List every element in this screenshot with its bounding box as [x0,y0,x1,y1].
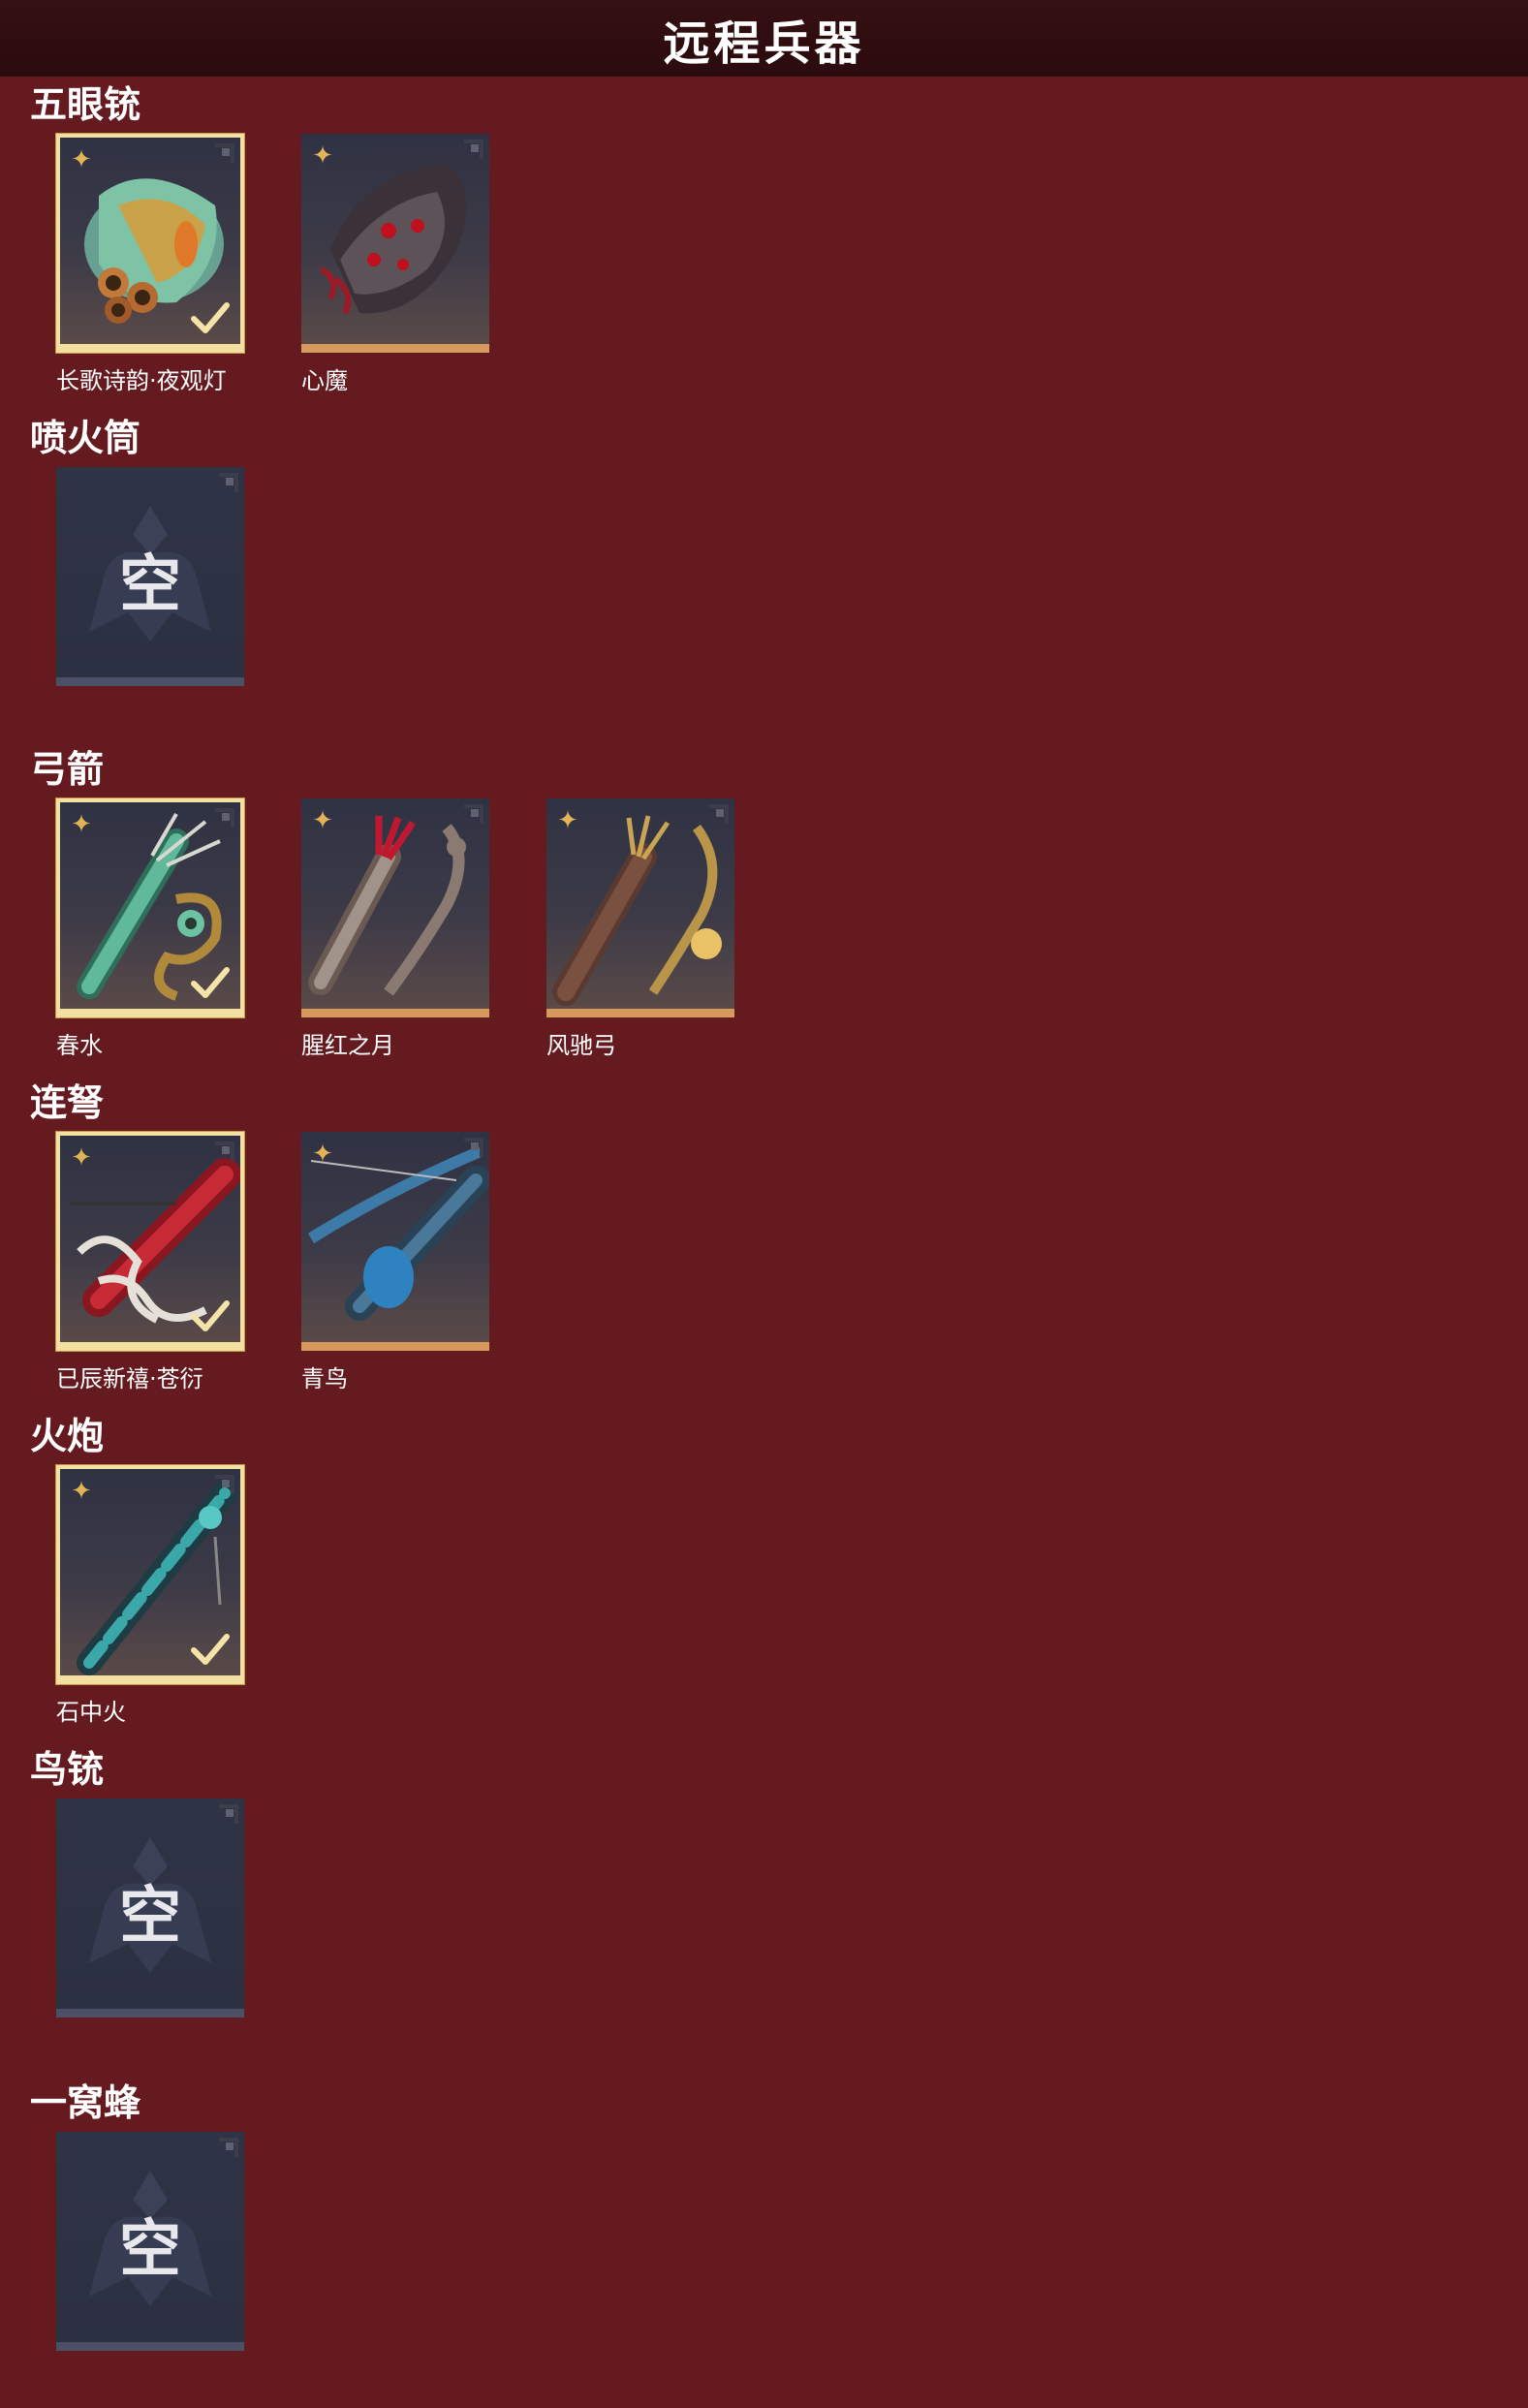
weapon-name: 石中火 [56,1699,126,1726]
corner-icon [219,2138,238,2157]
weapon-card[interactable]: ✦ [56,134,244,353]
rarity-star-icon: ✦ [71,810,92,839]
empty-card[interactable]: 空 [56,2132,244,2351]
weapon-name: 腥红之月 [301,1032,394,1059]
weapon-item[interactable]: ✦ 风驰弓 [546,798,734,1060]
rarity-star-icon: ✦ [312,141,333,171]
weapon-item[interactable]: ✦ 青鸟 [301,1132,489,1393]
empty-card[interactable]: 空 [56,1798,244,2017]
section-title: 喷火筒 [30,417,141,459]
rarity-star-icon: ✦ [312,806,333,835]
weapon-card[interactable]: ✦ [301,1132,489,1351]
weapon-name: 春水 [56,1032,103,1059]
corner-icon [215,1475,234,1494]
equipped-check-icon [191,1300,230,1331]
weapon-slot-empty[interactable]: 空 [56,1798,244,2017]
weapon-card[interactable]: ✦ [56,1465,244,1684]
weapon-card[interactable]: ✦ [546,798,734,1017]
weapon-name: 已辰新禧·苍衍 [56,1365,203,1392]
section-title: 火炮 [30,1415,105,1457]
equipped-check-icon [191,302,230,333]
corner-icon [215,808,234,828]
weapon-slot-empty[interactable]: 空 [56,2132,244,2351]
corner-icon [709,804,729,824]
equipped-check-icon [191,1634,230,1665]
section-title: 弓箭 [30,748,105,791]
weapon-item[interactable]: ✦ 春水 [56,798,244,1060]
section-title: 一窝蜂 [30,2081,141,2124]
section-title: 鸟铳 [30,1748,105,1791]
rarity-star-icon: ✦ [557,806,578,835]
corner-icon [215,143,234,163]
weapon-item[interactable]: ✦ 心魔 [301,134,489,395]
page-title: 远程兵器 [663,16,865,71]
top-bar: 远程兵器 [0,0,1528,77]
weapon-item[interactable]: ✦ 腥红之月 [301,798,489,1060]
rarity-star-icon: ✦ [71,1143,92,1173]
weapon-item[interactable]: ✦ 已辰新禧·苍衍 [56,1132,244,1393]
rarity-star-icon: ✦ [312,1140,333,1169]
weapon-slot-empty[interactable]: 空 [56,467,244,686]
empty-label: 空 [119,2214,181,2286]
corner-icon [464,804,483,824]
weapon-name: 风驰弓 [546,1032,616,1059]
weapon-card[interactable]: ✦ [301,134,489,353]
section-title: 五眼铳 [30,83,141,126]
empty-card[interactable]: 空 [56,467,244,686]
weapon-name: 青鸟 [301,1365,348,1392]
weapon-name: 心魔 [301,367,348,394]
rarity-star-icon: ✦ [71,145,92,174]
corner-icon [215,1141,234,1161]
weapon-item[interactable]: ✦ 石中火 [56,1465,244,1727]
weapon-card[interactable]: ✦ [56,1132,244,1351]
corner-icon [219,473,238,492]
weapon-item[interactable]: ✦ 长歌诗韵·夜观灯 [56,134,244,395]
weapon-card[interactable]: ✦ [56,798,244,1017]
weapon-name: 长歌诗韵·夜观灯 [56,367,227,394]
corner-icon [219,1804,238,1824]
corner-icon [464,1138,483,1157]
equipped-check-icon [191,967,230,998]
corner-icon [464,140,483,159]
weapon-card[interactable]: ✦ [301,798,489,1017]
empty-label: 空 [119,549,181,621]
section-title: 连弩 [30,1081,105,1124]
rarity-star-icon: ✦ [71,1477,92,1506]
empty-label: 空 [119,1881,181,1953]
